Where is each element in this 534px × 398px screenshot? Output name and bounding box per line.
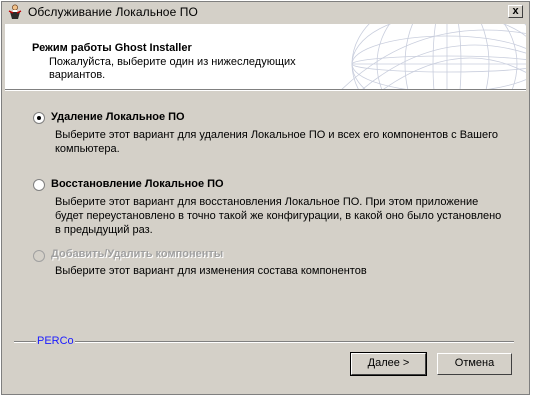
globe-wireframe-icon [341,24,526,89]
option-uninstall-description: Выберите этот вариант для удаления Локал… [55,129,499,155]
installer-window: Обслуживание Локальное ПО x Режим работы… [1,1,530,395]
next-button[interactable]: Далее > [350,352,427,376]
cancel-button[interactable]: Отмена [437,353,512,375]
option-modify-description: Выберите этот вариант для изменения сост… [55,265,367,277]
footer-divider [14,341,514,343]
title-bar[interactable]: Обслуживание Локальное ПО x [2,2,529,22]
close-button[interactable]: x [508,5,523,18]
radio-repair[interactable] [33,179,45,191]
header-divider [5,89,526,91]
radio-uninstall[interactable] [33,112,45,124]
installer-figure-icon [8,4,22,19]
option-repair-description: Выберите этот вариант для восстановления… [55,196,502,236]
header-subtitle: Пожалуйста, выберите один из нижеследующ… [49,56,296,81]
header-title: Режим работы Ghost Installer [32,42,192,54]
option-modify-label: Добавить/Удалить компоненты [51,248,224,260]
header-panel: Режим работы Ghost Installer Пожалуйста,… [5,24,526,89]
window-title: Обслуживание Локальное ПО [28,5,198,19]
brand-label: PERCo [36,335,75,347]
option-repair-label[interactable]: Восстановление Локальное ПО [51,178,224,190]
radio-modify [33,250,45,262]
option-uninstall-label[interactable]: Удаление Локальное ПО [51,111,185,123]
